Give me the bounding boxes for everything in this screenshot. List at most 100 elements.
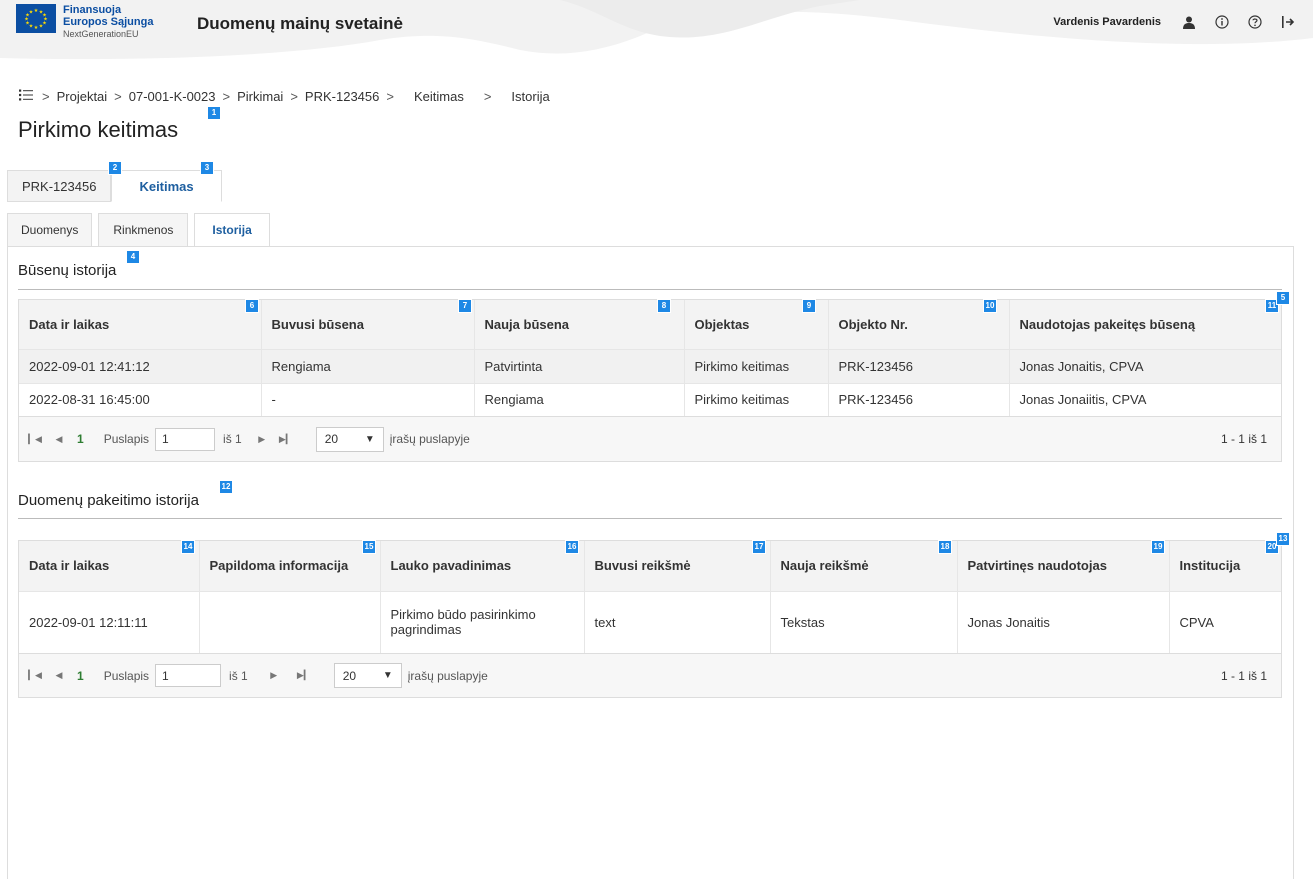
app-header: ★ ★ ★ ★ ★ ★ ★ ★ ★ ★ ★ ★ Finansuoja Europos Sąjun… [0,0,1313,62]
breadcrumb-item-projektai[interactable]: Projektai [57,89,108,104]
section-tabs: Duomenys Rinkmenos Istorija [7,213,276,247]
column-header[interactable]: Naudotojas pakeitęs būseną [1008,300,1281,349]
breadcrumb-item-istorija: Istorija [511,89,550,104]
tab-rinkmenos[interactable]: Rinkmenos [98,213,189,247]
column-header[interactable]: Buvusi būsena [260,300,474,349]
user-icon[interactable] [1181,14,1197,30]
breadcrumb-item-keitimas[interactable]: Keitimas [414,89,464,104]
breadcrumb-separator: > [290,89,298,104]
page-label: Puslapis [103,668,150,683]
column-header[interactable]: Objekto Nr. [827,300,1009,349]
help-icon[interactable] [1247,14,1263,30]
column-header[interactable]: Buvusi reikšmė [583,541,770,591]
page-total-label: iš 1 [229,668,248,683]
annotation-badge: 15 [362,540,376,554]
svg-text:★: ★ [39,24,44,30]
annotation-badge: 5 [1276,291,1290,305]
breadcrumb-separator: > [386,89,394,104]
data-history-grid: Data ir laikas Papildoma informacija Lau… [19,541,1281,653]
annotation-badge: 13 [1276,532,1290,546]
page-number-input[interactable] [155,427,216,451]
logout-icon[interactable] [1280,14,1296,30]
table-cell: text [583,590,770,653]
user-name[interactable]: Vardenis Pavardenis [1053,16,1161,28]
current-page-number[interactable]: 1 [77,669,84,683]
annotation-badge: 12 [219,480,233,494]
logo-line-2: Europos Sąjunga [63,16,154,28]
table-cell: Patvirtinta [473,348,684,383]
annotation-badge: 18 [938,540,952,554]
tab-duomenys[interactable]: Duomenys [7,213,93,247]
annotation-badge: 4 [126,250,140,264]
table-row[interactable]: 2022-09-01 12:41:12 Rengiama Patvirtinta… [19,348,1281,383]
annotation-badge: 6 [245,299,259,313]
current-page-number[interactable]: 1 [77,432,84,446]
column-header[interactable]: Nauja reikšmė [769,541,957,591]
table-row[interactable]: 2022-08-31 16:45:00 - Rengiama Pirkimo k… [19,382,1281,416]
annotation-badge: 1 [207,106,221,120]
column-header[interactable]: Nauja būsena [473,300,684,349]
table-cell: Pirkimo keitimas [683,382,828,416]
annotation-badge: 17 [752,540,766,554]
annotation-badge: 7 [458,299,472,313]
annotation-badge: 14 [181,540,195,554]
tab-istorija[interactable]: Istorija [194,213,270,247]
next-page-icon[interactable]: ▶ [268,670,280,682]
breadcrumb-item-purchase[interactable]: PRK-123456 [305,89,379,104]
last-page-icon[interactable]: ▶▎ [297,670,311,682]
table-row[interactable]: 2022-09-01 12:11:11 Pirkimo būdo pasirin… [19,590,1281,653]
status-history-table: Data ir laikas Buvusi būsena Nauja būsen… [18,299,1282,462]
page-size-select[interactable]: 20 ▼ [315,426,384,452]
page-number-input[interactable] [155,664,222,687]
table-cell: PRK-123456 [827,348,1009,383]
page-size-value: 20 [324,432,339,446]
table-cell [198,590,380,653]
column-header[interactable]: Data ir laikas [19,541,199,591]
table-cell: PRK-123456 [827,382,1009,416]
svg-text:★: ★ [34,25,39,31]
tab-prk[interactable]: PRK-123456 [7,170,112,202]
column-header[interactable]: Papildoma informacija [198,541,380,591]
column-header[interactable]: Patvirtinęs naudotojas [956,541,1169,591]
table-cell: Tekstas [769,590,957,653]
data-history-pager: ▎◀ ◀ 1 Puslapis iš 1 ▶ ▶▎ 20 ▼ įrašų pus… [19,653,1281,697]
user-area: Vardenis Pavardenis [1053,11,1313,33]
page-total-label: iš 1 [223,432,242,446]
column-header[interactable]: Lauko pavadinimas [379,541,584,591]
page-title: Pirkimo keitimas [18,117,179,142]
table-header-row: Data ir laikas Buvusi būsena Nauja būsen… [19,300,1281,349]
breadcrumb-item-pirkimai[interactable]: Pirkimai [237,89,283,104]
table-cell: Rengiama [473,382,684,416]
info-icon[interactable] [1214,14,1230,30]
section-divider [18,518,1282,519]
page: ★ ★ ★ ★ ★ ★ ★ ★ ★ ★ ★ ★ Finansuoja Europos Sąjun… [0,0,1313,879]
logo-line-3: NextGenerationEU [63,29,139,39]
column-header[interactable]: Data ir laikas [19,300,261,349]
prev-page-icon[interactable]: ◀ [53,433,65,445]
pager-info: 1 - 1 iš 1 [1220,668,1267,683]
breadcrumb-separator: > [114,89,122,104]
breadcrumb-item-project[interactable]: 07-001-K-0023 [129,89,216,104]
eu-logo[interactable]: ★ ★ ★ ★ ★ ★ ★ ★ ★ ★ ★ ★ Finansuoja Europos Sąjun… [16,4,153,40]
dropdown-arrow-icon: ▼ [382,670,393,681]
last-page-icon[interactable]: ▶▎ [279,433,293,445]
annotation-badge: 3 [200,161,214,175]
eu-flag-icon: ★ ★ ★ ★ ★ ★ ★ ★ ★ ★ ★ ★ [16,4,56,33]
annotation-badge: 9 [802,299,816,313]
breadcrumb-separator: > [222,89,231,104]
logo-text: Finansuoja Europos Sąjunga NextGeneratio… [63,4,153,40]
table-cell: Jonas Jonaitis [956,590,1169,653]
first-page-icon[interactable]: ▎◀ [28,670,42,682]
page-size-value: 20 [342,668,357,683]
data-history-table: Data ir laikas Papildoma informacija Lau… [18,540,1282,698]
menu-list-icon[interactable] [19,89,33,104]
next-page-icon[interactable]: ▶ [256,433,268,445]
table-cell: Pirkimo būdo pasirinkimo pagrindimas [379,590,584,653]
table-cell: 2022-08-31 16:45:00 [19,382,261,416]
annotation-badge: 2 [108,161,122,175]
table-cell: CPVA [1168,590,1281,653]
prev-page-icon[interactable]: ◀ [53,670,65,682]
page-size-select[interactable]: 20 ▼ [333,663,402,688]
first-page-icon[interactable]: ▎◀ [28,433,42,445]
table-cell: Jonas Jonaitis, CPVA [1008,348,1281,383]
